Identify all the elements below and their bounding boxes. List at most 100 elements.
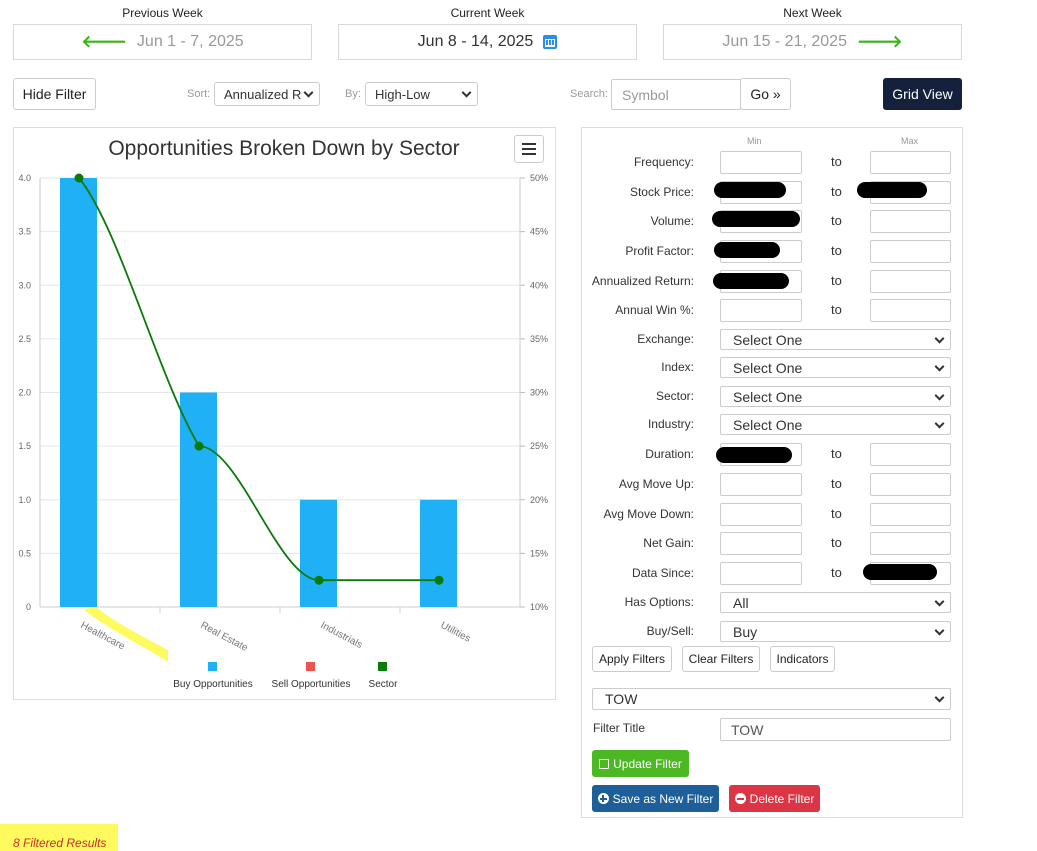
symbol-search-input[interactable]: Symbol [611,79,741,110]
sector-point-2 [314,575,324,585]
filter-to-label: to [831,273,842,288]
y-right-tick-label: 40% [530,280,548,290]
y-left-tick-label: 1.5 [18,441,31,451]
filter-select[interactable]: Select One [720,357,951,378]
chart-menu-button[interactable] [514,135,544,163]
y-left-tick-label: 2.0 [18,388,31,398]
filter-label: Annualized Return: [591,274,694,288]
y-left-tick-label: 3.5 [18,227,31,237]
hamburger-icon [522,143,536,145]
saved-filter-select[interactable]: TOW [592,688,951,710]
chevron-down-icon [934,418,945,429]
save-new-filter-button[interactable]: Save as New Filter [592,785,719,812]
y-right-tick-label: 35% [530,334,548,344]
next-week-button[interactable]: Jun 15 - 21, 2025 🡒 [663,24,962,60]
filter-title-input[interactable]: TOW [720,718,951,741]
filter-select[interactable]: Select One [720,386,951,407]
filter-select-value: Buy [733,623,758,640]
filter-label: Duration: [645,447,694,461]
filter-select-value: Select One [733,416,803,433]
go-button[interactable]: Go » [740,78,791,110]
x-tick-label: Real Estate [199,620,250,654]
chevron-down-icon [934,596,945,607]
y-left-tick-label: 4.0 [18,173,31,183]
indicators-button[interactable]: Indicators [770,646,835,672]
filter-label: Profit Factor: [625,244,694,258]
filter-select[interactable]: Select One [720,329,951,350]
filter-label: Index: [661,360,694,374]
bar-buy-industrials [300,499,337,607]
filter-label: Stock Price: [629,185,694,199]
filter-label: Volume: [650,214,694,228]
filter-min-input[interactable] [720,473,802,496]
filter-max-input[interactable] [870,151,951,174]
bar-buy-real-estate [180,392,217,607]
filter-select-value: Select One [733,359,803,376]
filter-select-value: All [733,594,749,611]
min-header: Min [747,136,762,146]
chevron-down-icon [934,361,945,372]
redaction-mark [863,564,937,580]
edit-icon [599,758,610,769]
chevron-down-icon [934,333,945,344]
filter-max-input[interactable] [870,299,951,322]
filter-select-value: Select One [733,331,803,348]
filter-select[interactable]: Buy [720,621,951,642]
arrow-right-icon: 🡒 [856,32,903,52]
redaction-mark [713,273,789,289]
sector-point-3 [434,575,444,585]
x-tick-label: Industrials [319,620,364,651]
chevron-down-icon [934,390,945,401]
y-left-tick-label: 2.5 [18,334,31,344]
legend-label: Sell Opportunities [272,679,351,690]
redaction-mark [712,211,800,227]
legend-label: Buy Opportunities [173,679,253,690]
filter-label: Avg Move Down: [603,507,695,521]
bar-buy-healthcare [60,178,97,607]
filter-max-input[interactable] [870,270,951,293]
legend-swatch-2 [378,662,387,671]
y-right-tick-label: 30% [530,388,548,398]
filter-to-label: to [831,154,842,169]
y-left-tick-label: 3.0 [18,280,31,290]
filter-to-label: to [831,446,842,461]
filter-to-label: to [831,506,842,521]
filter-min-input[interactable] [720,562,802,585]
update-filter-button[interactable]: Update Filter [592,750,689,777]
filter-max-input[interactable] [870,473,951,496]
filter-min-input[interactable] [720,151,802,174]
x-tick-label: Utilities [439,620,473,645]
filter-to-label: to [831,213,842,228]
y-left-tick-label: 0 [26,602,31,612]
y-right-tick-label: 10% [530,602,548,612]
bar-buy-utilities [420,499,457,607]
filter-max-input[interactable] [870,503,951,526]
filter-select[interactable]: Select One [720,414,951,435]
filter-min-input[interactable] [720,299,802,322]
legend-swatch-1 [306,662,315,671]
filter-to-label: to [831,184,842,199]
filter-to-label: to [831,243,842,258]
redaction-mark [857,182,927,198]
filter-min-input[interactable] [720,532,802,555]
apply-filters-button[interactable]: Apply Filters [592,646,672,672]
next-week-range: Jun 15 - 21, 2025 [722,33,847,50]
clear-filters-button[interactable]: Clear Filters [682,646,760,672]
filter-label: Frequency: [633,155,694,169]
filter-min-input[interactable] [720,503,802,526]
filter-max-input[interactable] [870,532,951,555]
filter-label: Has Options: [624,595,694,609]
y-right-tick-label: 15% [530,548,548,558]
save-new-filter-label: Save as New Filter [612,791,714,806]
filter-max-input[interactable] [870,240,951,263]
filter-label: Industry: [647,417,694,431]
y-right-tick-label: 25% [530,441,548,451]
delete-filter-button[interactable]: Delete Filter [729,785,820,812]
grid-view-button[interactable]: Grid View [883,78,962,110]
filter-max-input[interactable] [870,210,951,233]
filter-max-input[interactable] [870,443,951,466]
filter-to-label: to [831,302,842,317]
filter-select[interactable]: All [720,592,951,613]
sector-line [78,177,439,582]
filter-to-label: to [831,476,842,491]
